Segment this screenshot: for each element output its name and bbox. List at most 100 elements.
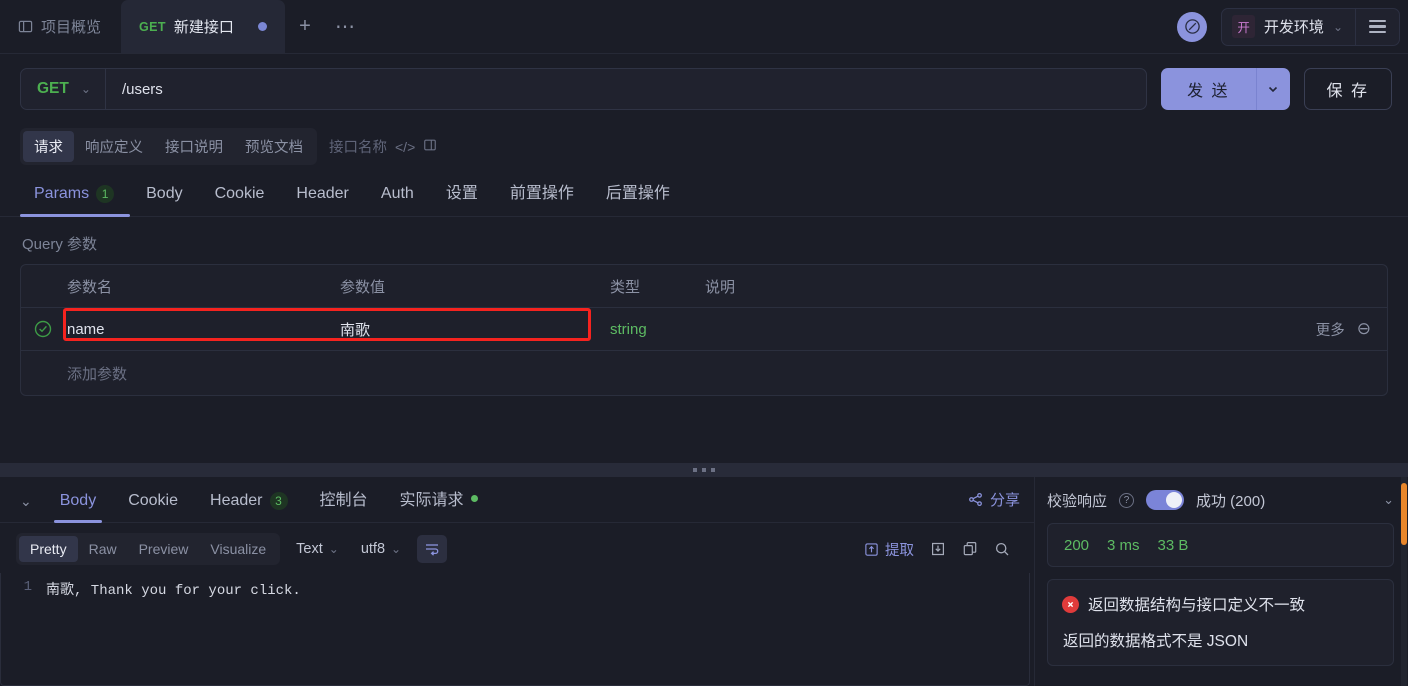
param-value-input[interactable]: 南歌: [340, 319, 610, 340]
encoding-select[interactable]: utf8 ⌄: [355, 541, 407, 557]
tab-project-overview[interactable]: 项目概览: [0, 0, 121, 53]
tab-header[interactable]: Header: [280, 185, 364, 216]
request-tabs: Params 1 Body Cookie Header Auth 设置 前置操作…: [0, 167, 1408, 217]
doc-tabs-row: 请求 响应定义 接口说明 预览文档 接口名称 </>: [0, 122, 1408, 167]
response-tools: 提取: [864, 539, 1020, 560]
param-type-select[interactable]: string: [610, 321, 705, 338]
params-table: 参数名 参数值 类型 说明 name 南歌 string 更多 ⊖ 添加参数: [20, 264, 1388, 396]
doc-tab-preview-doc[interactable]: 预览文档: [234, 131, 314, 162]
validate-toggle[interactable]: [1146, 490, 1185, 510]
add-param-row[interactable]: 添加参数: [21, 351, 1387, 395]
tab-cookie[interactable]: Cookie: [199, 185, 281, 216]
copy-button[interactable]: [962, 541, 978, 557]
params-table-header: 参数名 参数值 类型 说明: [21, 265, 1387, 308]
column-header-desc: 说明: [705, 278, 736, 296]
response-tab-header[interactable]: Header 3: [194, 492, 303, 522]
chevron-down-icon: ⌄: [391, 542, 402, 556]
share-label: 分享: [989, 492, 1020, 509]
environment-name-label: 开发环境: [1263, 19, 1324, 36]
validate-collapse-chevron-icon[interactable]: ⌄: [1383, 492, 1394, 508]
doc-tab-response-def[interactable]: 响应定义: [74, 131, 154, 162]
response-panel: ⌄ Body Cookie Header 3 控制台 实际请求 分享 Prett…: [0, 477, 1408, 686]
tab-settings[interactable]: 设置: [430, 179, 494, 216]
tab-bar: 项目概览 GET 新建接口 + ⋯ 开 开发环境 ⌄: [0, 0, 1408, 54]
method-select-value: GET: [37, 80, 69, 97]
response-tab-console[interactable]: 控制台: [304, 486, 384, 522]
table-row[interactable]: name 南歌 string 更多 ⊖: [21, 308, 1387, 351]
tab-pre-operation[interactable]: 前置操作: [494, 179, 590, 216]
split-view-icon[interactable]: [423, 138, 437, 155]
environment-dropdown[interactable]: 开 开发环境 ⌄: [1222, 9, 1355, 45]
help-icon[interactable]: ?: [1119, 492, 1135, 508]
toggle-knob: [1166, 492, 1183, 508]
send-button-group: 发 送: [1161, 68, 1290, 110]
encoding-value: utf8: [360, 541, 386, 557]
download-button[interactable]: [930, 541, 946, 557]
layout-icon: [18, 19, 33, 34]
doc-tab-request[interactable]: 请求: [23, 131, 74, 162]
unsaved-dot-icon: [257, 22, 267, 31]
remove-param-icon[interactable]: ⊖: [1357, 319, 1371, 339]
extract-label: 提取: [885, 542, 914, 559]
hamburger-icon: [1369, 19, 1386, 34]
tab-new-api[interactable]: GET 新建接口: [121, 0, 285, 53]
validation-error-primary-text: 返回数据结构与接口定义不一致: [1088, 597, 1306, 614]
format-raw[interactable]: Raw: [78, 536, 128, 562]
save-button[interactable]: 保 存: [1303, 68, 1392, 110]
search-button[interactable]: [994, 541, 1010, 557]
tab-post-operation[interactable]: 后置操作: [590, 179, 686, 216]
environment-orb-icon[interactable]: [1177, 11, 1208, 42]
tab-project-overview-label: 项目概览: [41, 19, 102, 36]
tab-auth[interactable]: Auth: [365, 185, 430, 216]
tab-params-label: Params: [34, 185, 90, 202]
environment-menu-button[interactable]: [1355, 8, 1399, 45]
response-tab-actual-request-label: 实际请求: [399, 492, 464, 509]
format-mode-group: Pretty Raw Preview Visualize: [16, 533, 281, 565]
tab-method-label: GET: [139, 19, 166, 34]
scrollbar-thumb[interactable]: [1401, 483, 1407, 545]
row-enabled-checkbox[interactable]: [21, 320, 65, 338]
format-pretty[interactable]: Pretty: [19, 536, 78, 562]
tab-body[interactable]: Body: [130, 185, 198, 216]
copy-icon: [963, 542, 977, 556]
chevron-down-icon: ⌄: [1332, 19, 1343, 34]
content-type-select[interactable]: Text ⌄: [290, 541, 345, 557]
panel-splitter[interactable]: [0, 463, 1408, 477]
api-name-field[interactable]: 接口名称 </>: [321, 136, 437, 157]
response-tab-cookie[interactable]: Cookie: [112, 492, 194, 522]
validation-error-secondary: 返回的数据格式不是 JSON: [1063, 633, 1249, 650]
response-stats: 200 3 ms 33 B: [1047, 523, 1394, 567]
share-icon: [969, 492, 982, 507]
collapse-response-button[interactable]: ⌄: [10, 493, 44, 522]
tab-more-button[interactable]: ⋯: [325, 0, 365, 53]
response-left-pane: ⌄ Body Cookie Header 3 控制台 实际请求 分享 Prett…: [0, 477, 1035, 686]
word-wrap-toggle-button[interactable]: [417, 535, 448, 563]
format-visualize[interactable]: Visualize: [199, 536, 277, 562]
code-icon[interactable]: </>: [395, 139, 415, 155]
param-more-button[interactable]: 更多: [1316, 319, 1345, 340]
query-params-section-label: Query 参数: [22, 236, 98, 253]
doc-tab-api-desc[interactable]: 接口说明: [154, 131, 234, 162]
new-tab-button[interactable]: +: [285, 0, 325, 53]
method-select[interactable]: GET ⌄: [21, 69, 106, 109]
url-input[interactable]: /users: [106, 81, 1146, 98]
response-tab-actual-request[interactable]: 实际请求: [384, 486, 494, 522]
share-button[interactable]: 分享: [968, 489, 1020, 522]
send-button[interactable]: 发 送: [1161, 68, 1256, 110]
param-name-input[interactable]: name: [65, 321, 340, 338]
status-code: 200: [1064, 536, 1090, 554]
row-actions: 更多 ⊖: [1316, 319, 1387, 340]
check-circle-icon: [34, 320, 52, 338]
send-options-button[interactable]: [1255, 68, 1290, 110]
response-body-editor[interactable]: 1 南歌, Thank you for your click.: [0, 573, 1034, 686]
doc-tab-group: 请求 响应定义 接口说明 预览文档: [20, 128, 317, 165]
response-size: 33 B: [1157, 536, 1189, 554]
environment-selector: 开 开发环境 ⌄: [1221, 7, 1400, 46]
api-name-placeholder: 接口名称: [329, 140, 387, 156]
extract-button[interactable]: 提取: [864, 539, 914, 560]
column-header-type: 类型: [610, 278, 641, 296]
format-preview[interactable]: Preview: [128, 536, 200, 562]
response-format-bar: Pretty Raw Preview Visualize Text ⌄ utf8…: [0, 523, 1034, 573]
tab-params[interactable]: Params 1: [20, 185, 131, 217]
response-tab-body[interactable]: Body: [44, 492, 112, 523]
